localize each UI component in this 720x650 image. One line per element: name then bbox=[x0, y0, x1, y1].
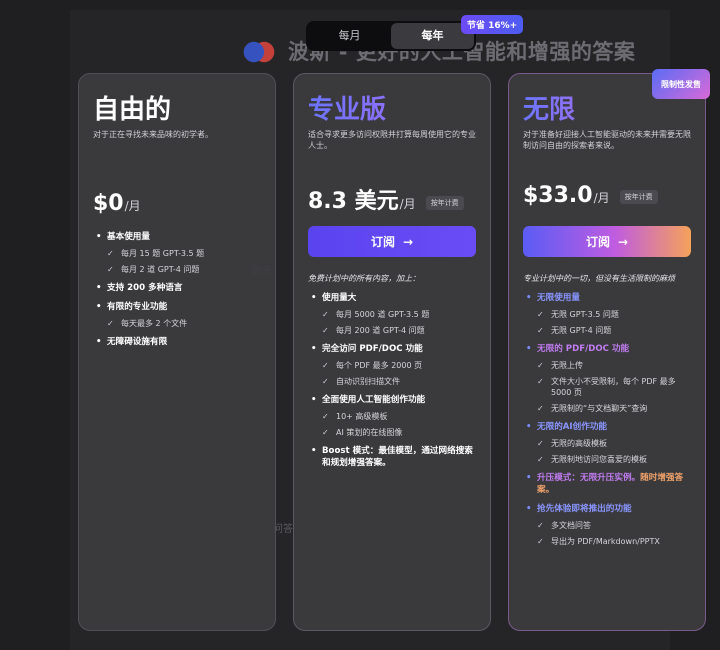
app-logo-icon bbox=[242, 38, 276, 66]
plan-card-free: 自由的 对于正在寻找未来品味的初学者。 $0 /月 基本使用量 ✓每月 15 题… bbox=[78, 73, 276, 631]
plan-price: $0 bbox=[93, 191, 124, 216]
feature-item: Boost 模式：最佳模型，通过网络搜索和规划增强答案。 bbox=[308, 445, 476, 469]
feature-item: 抢先体验即将推出的功能 ✓多文档问答 ✓导出为 PDF/Markdown/PPT… bbox=[523, 503, 691, 547]
check-icon: ✓ bbox=[107, 319, 114, 328]
sub-feature-item: ✓ AI 策划的在线图像 bbox=[322, 428, 403, 437]
sub-feature-item: ✓ 每天最多 2 个文件 bbox=[107, 319, 188, 328]
sub-feature-item: ✓ 每月 15 题 GPT-3.5 题 bbox=[107, 249, 205, 258]
plan-card-infinite: 无限 对于准备好迎接人工智能驱动的未来并需要无限制访问自由的探索者来说。 $33… bbox=[508, 73, 706, 631]
plan-description: 适合寻求更多访问权限并打算每周使用它的专业人士。 bbox=[308, 130, 476, 150]
feature-item: 全面使用人工智能创作功能 ✓10+ 高级模板 ✓AI 策划的在线图像 bbox=[308, 394, 476, 438]
sub-feature-item: ✓ 无限的高级模板 bbox=[537, 439, 607, 448]
sub-feature-item: ✓ 导出为 PDF/Markdown/PPTX bbox=[537, 537, 660, 546]
check-icon: ✓ bbox=[537, 455, 544, 464]
billing-label: 按年计费 bbox=[425, 196, 464, 210]
plan-price: $33.0 bbox=[523, 183, 593, 208]
plan-card-pro: 专业版 适合寻求更多访问权限并打算每周使用它的专业人士。 8.3 美元 /月 按… bbox=[293, 73, 491, 631]
price-period: /月 bbox=[593, 191, 610, 205]
plan-intro: 免费计划中的所有内容，加上： bbox=[308, 274, 420, 283]
check-icon: ✓ bbox=[537, 521, 544, 530]
feature-item: 升压模式：无限升压实例。随时增强答案。 bbox=[523, 472, 691, 496]
plan-description: 对于准备好迎接人工智能驱动的未来并需要无限制访问自由的探索者来说。 bbox=[523, 130, 691, 150]
sub-feature-item: ✓ 10+ 高级模板 bbox=[322, 412, 388, 421]
check-icon: ✓ bbox=[322, 310, 329, 319]
check-icon: ✓ bbox=[107, 265, 114, 274]
feature-item: 基本使用量 ✓每月 15 题 GPT-3.5 题 ✓每月 2 道 GPT-4 问… bbox=[93, 231, 261, 275]
sub-feature-item: ✓ 每个 PDF 最多 2000 页 bbox=[322, 361, 423, 370]
check-icon: ✓ bbox=[322, 377, 329, 386]
check-icon: ✓ bbox=[322, 428, 329, 437]
check-icon: ✓ bbox=[537, 404, 544, 413]
background-ghost-text: 问答 bbox=[273, 524, 293, 535]
check-icon: ✓ bbox=[537, 326, 544, 335]
plan-name: 专业版 bbox=[308, 94, 476, 126]
feature-item: 支持 200 多种语言 bbox=[93, 282, 261, 294]
check-icon: ✓ bbox=[537, 310, 544, 319]
sub-feature-item: ✓ 多文档问答 bbox=[537, 521, 591, 530]
price-period: /月 bbox=[124, 199, 141, 213]
check-icon: ✓ bbox=[322, 412, 329, 421]
sub-feature-item: ✓ 每月 2 道 GPT-4 问题 bbox=[107, 265, 200, 274]
arrow-right-icon: → bbox=[617, 234, 629, 249]
plan-intro: 专业计划中的一切，但没有生活限制的麻烦 bbox=[523, 274, 675, 283]
save-percent-badge: 节省 16%+ bbox=[461, 15, 524, 34]
plan-name: 自由的 bbox=[93, 95, 172, 125]
sub-feature-item: ✓ 无限制地访问您喜爱的模板 bbox=[537, 455, 647, 464]
feature-item: 有限的专业功能 ✓每天最多 2 个文件 bbox=[93, 301, 261, 329]
check-icon: ✓ bbox=[537, 377, 544, 386]
billing-label: 按年计费 bbox=[619, 190, 658, 204]
plan-price: 8.3 美元 bbox=[308, 189, 399, 214]
check-icon: ✓ bbox=[107, 249, 114, 258]
check-icon: ✓ bbox=[322, 361, 329, 370]
subscribe-button-pro[interactable]: 订阅 → bbox=[308, 226, 476, 257]
sub-feature-item: ✓ 文件大小不受限制，每个 PDF 最多 5000 页 bbox=[537, 377, 676, 397]
toggle-monthly[interactable]: 每月 bbox=[308, 23, 391, 49]
feature-list: 无限使用量 ✓无限 GPT-3.5 问题 ✓无限 GPT-4 问题 无限的 PD… bbox=[523, 292, 691, 547]
billing-period-toggle[interactable]: 每月 每年 bbox=[306, 21, 476, 51]
sub-feature-item: ✓ 无限制的“与文档聊天”查询 bbox=[537, 404, 648, 413]
arrow-right-icon: → bbox=[402, 234, 414, 249]
feature-item: 无障碍设施有限 bbox=[93, 336, 261, 348]
feature-item: 无限的 PDF/DOC 功能 ✓无限上传 ✓文件大小不受限制，每个 PDF 最多… bbox=[523, 343, 691, 414]
check-icon: ✓ bbox=[537, 439, 544, 448]
feature-item: 使用量大 ✓每月 5000 道 GPT-3.5 题 ✓每月 200 道 GPT-… bbox=[308, 292, 476, 336]
sub-feature-item: ✓ 每月 200 道 GPT-4 问题 bbox=[322, 326, 425, 335]
check-icon: ✓ bbox=[322, 326, 329, 335]
sub-feature-item: ✓ 无限 GPT-3.5 问题 bbox=[537, 310, 619, 319]
sub-feature-item: ✓ 无限 GPT-4 问题 bbox=[537, 326, 612, 335]
feature-item: 完全访问 PDF/DOC 功能 ✓每个 PDF 最多 2000 页 ✓自动识别扫… bbox=[308, 343, 476, 387]
check-icon: ✓ bbox=[537, 361, 544, 370]
limited-offer-badge: 限制性发售 bbox=[652, 69, 710, 99]
plan-description: 对于正在寻找未来品味的初学者。 bbox=[93, 130, 213, 139]
feature-list: 基本使用量 ✓每月 15 题 GPT-3.5 题 ✓每月 2 道 GPT-4 问… bbox=[93, 231, 261, 348]
sub-feature-item: ✓ 自动识别扫描文件 bbox=[322, 377, 400, 386]
feature-item: 无限的AI创作功能 ✓无限的高级模板 ✓无限制地访问您喜爱的模板 bbox=[523, 421, 691, 465]
feature-item: 无限使用量 ✓无限 GPT-3.5 问题 ✓无限 GPT-4 问题 bbox=[523, 292, 691, 336]
sub-feature-item: ✓ 无限上传 bbox=[537, 361, 583, 370]
subscribe-button-infinite[interactable]: 订阅 → bbox=[523, 226, 691, 257]
price-period: /月 bbox=[399, 197, 416, 211]
feature-list: 使用量大 ✓每月 5000 道 GPT-3.5 题 ✓每月 200 道 GPT-… bbox=[308, 292, 476, 469]
sub-feature-item: ✓ 每月 5000 道 GPT-3.5 题 bbox=[322, 310, 430, 319]
check-icon: ✓ bbox=[537, 537, 544, 546]
